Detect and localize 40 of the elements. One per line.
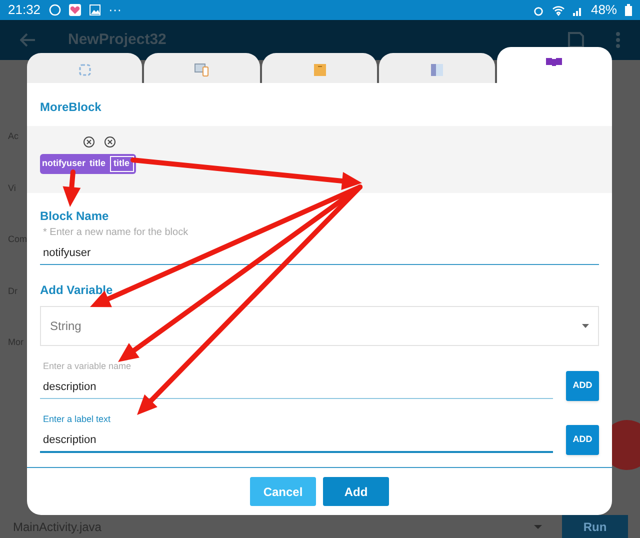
variable-field[interactable]: Enter a label text description	[40, 412, 553, 452]
battery-icon	[625, 4, 632, 16]
selection-icon	[78, 63, 92, 77]
cancel-button[interactable]: Cancel	[250, 477, 316, 506]
block-parameter: title	[110, 156, 134, 172]
block-name-field[interactable]: notifyuser	[40, 240, 599, 264]
dropdown-arrow-icon	[534, 524, 542, 528]
run-button[interactable]: Run	[562, 515, 628, 538]
devices-icon	[194, 63, 210, 77]
add-button[interactable]: Add	[323, 477, 389, 506]
field-hint: * Enter a new name for the block	[42, 226, 190, 240]
image-icon	[88, 4, 101, 16]
dialog-tab[interactable]	[379, 53, 495, 83]
battery-level: 48%	[590, 1, 617, 20]
clock: 21:32	[8, 1, 41, 20]
field-title: Add Variable	[40, 282, 114, 298]
wifi-icon	[552, 4, 565, 16]
dialog-tab[interactable]	[496, 47, 612, 83]
add-variable-button[interactable]: ADD	[566, 370, 599, 400]
field-title: Block Name	[40, 208, 110, 225]
block-icon	[545, 57, 564, 67]
type-dropdown[interactable]: String	[40, 306, 599, 346]
add-variable-button[interactable]: ADD	[566, 424, 599, 454]
dialog-tab[interactable]	[27, 53, 142, 83]
heart-icon	[68, 4, 81, 16]
project-title: NewProject32	[68, 30, 166, 50]
block-name-text: notifyuser	[42, 157, 86, 170]
block-label-text: title	[90, 157, 106, 170]
save-icon[interactable]	[568, 32, 584, 48]
more-notifications: ···	[108, 1, 122, 20]
section-title: MoreBlock	[39, 99, 102, 116]
remove-icon[interactable]	[83, 136, 95, 148]
box-icon	[312, 63, 327, 77]
panel-icon	[430, 63, 444, 77]
dialog-tab[interactable]	[144, 53, 260, 83]
variable-field[interactable]: Enter a variable name description	[40, 360, 553, 398]
dropdown-arrow-icon	[582, 324, 589, 328]
annotation-arrow	[62, 170, 81, 207]
dialog-tab[interactable]	[262, 53, 378, 83]
remove-icon[interactable]	[104, 136, 116, 148]
